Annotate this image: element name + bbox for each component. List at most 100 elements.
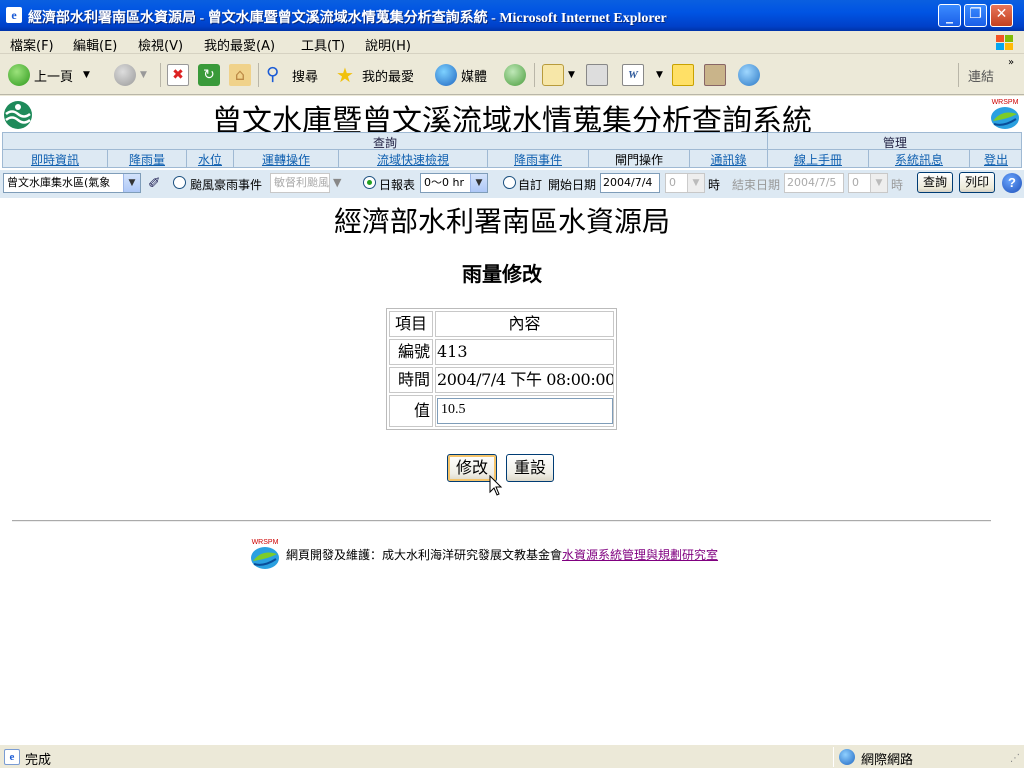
row-value-id: 413 <box>435 339 614 365</box>
typhoon-select[interactable]: 敏督利颱風 <box>270 173 330 193</box>
rainfall-value-input[interactable]: 10.5 <box>437 398 613 424</box>
wrspm-logo-text: WRSPM <box>992 99 1019 106</box>
start-hour-value: 0 <box>669 176 676 189</box>
chevron-down-icon: ▼ <box>687 174 704 192</box>
nav-rainfall[interactable]: 降雨量 <box>108 151 186 168</box>
minimize-button[interactable]: _ <box>938 4 961 27</box>
reset-button[interactable]: 重設 <box>506 454 554 482</box>
close-button[interactable]: ✕ <box>990 4 1013 27</box>
start-date-input[interactable]: 2004/7/4 <box>600 173 660 193</box>
nav-logout[interactable]: 登出 <box>970 151 1022 168</box>
refresh-button[interactable]: ↻ <box>198 62 224 88</box>
typhoon-event-label: 颱風豪雨事件 <box>190 178 263 192</box>
end-hour-select[interactable]: 0 ▼ <box>848 173 888 193</box>
pen-icon[interactable]: ✐ <box>148 174 161 192</box>
favorites-button[interactable]: ★ 我的最愛 <box>336 62 414 88</box>
daily-report-radio[interactable] <box>363 176 376 189</box>
history-icon <box>504 64 526 86</box>
end-hour-value: 0 <box>852 176 859 189</box>
discuss-button[interactable] <box>672 62 698 88</box>
row-value-cell: 10.5 <box>435 395 614 427</box>
media-button[interactable]: 媒體 <box>435 62 487 88</box>
resize-grip-icon[interactable]: ⋰ <box>1010 753 1020 764</box>
nav-contacts[interactable]: 通訊錄 <box>690 151 767 168</box>
wrspm-footer-logo-text: WRSPM <box>252 539 279 546</box>
row-label-value: 值 <box>389 395 433 427</box>
start-hour-select[interactable]: 0 ▼ <box>665 173 705 193</box>
menu-favorites[interactable]: 我的最愛(A) <box>204 35 275 54</box>
typhoon-select-value: 敏督利颱風 <box>274 176 329 189</box>
wrspm-footer-logo-icon: WRSPM <box>251 539 279 569</box>
home-button[interactable]: ⌂ <box>229 62 255 88</box>
back-arrow-icon <box>8 64 30 86</box>
forward-arrow-icon <box>114 64 136 86</box>
area-select[interactable]: 曾文水庫集水區(氣象 ▼ <box>3 173 141 193</box>
chevron-down-icon: ▼ <box>123 174 140 192</box>
search-icon: ⚲ <box>266 64 280 85</box>
page-content: 曾文水庫暨曾文溪流域水情蒐集分析查詢系統 WRSPM 查詢 管理 即時資訊 降雨… <box>0 96 1024 744</box>
nav-rain-events[interactable]: 降雨事件 <box>488 151 588 168</box>
query-button[interactable]: 查詢 <box>917 172 953 193</box>
nav-system-messages[interactable]: 系統訊息 <box>869 151 969 168</box>
nav-basin-quickview[interactable]: 流域快速檢視 <box>339 151 487 168</box>
menu-edit[interactable]: 編輯(E) <box>73 35 117 54</box>
end-hour-unit: 時 <box>891 178 904 192</box>
mail-button[interactable]: ▼ <box>542 62 575 88</box>
forward-button[interactable]: ▼ <box>114 62 147 88</box>
hour-range-select[interactable]: 0～0 hr ▼ <box>420 173 488 193</box>
custom-range-label: 自訂 <box>518 178 543 192</box>
books-icon <box>704 64 726 86</box>
print-toolbar-button[interactable] <box>586 62 612 88</box>
org-title: 經濟部水利署南區水資源局 <box>333 205 670 238</box>
form-title: 雨量修改 <box>462 262 542 286</box>
typhoon-event-radio[interactable] <box>173 176 186 189</box>
nav-group-admin: 管理 <box>882 136 907 150</box>
home-icon: ⌂ <box>229 64 251 86</box>
windows-logo-icon <box>996 35 1013 50</box>
internet-globe-icon <box>839 749 855 765</box>
footer: WRSPM 網頁開發及維護：成大水利海洋研究發展文教基金會 水資源系統管理與規劃… <box>248 536 718 572</box>
main-navigation: 查詢 管理 即時資訊 降雨量 水位 運轉操作 流域快速檢視 降雨事件 閘門操作 … <box>2 132 1022 168</box>
nav-group-query: 查詢 <box>372 136 397 150</box>
history-button[interactable] <box>504 62 530 88</box>
print-button[interactable]: 列印 <box>959 172 995 193</box>
nav-online-manual[interactable]: 線上手冊 <box>768 151 868 168</box>
refresh-icon: ↻ <box>198 64 220 86</box>
nav-operation[interactable]: 運轉操作 <box>234 151 338 168</box>
security-zone: 網際網路 <box>861 753 914 768</box>
media-globe-icon <box>435 64 457 86</box>
links-bar[interactable]: 連結 <box>968 66 994 85</box>
row-value-time: 2004/7/4 下午 08:00:00 <box>435 367 614 393</box>
footer-lab-link[interactable]: 水資源系統管理與規劃研究室 <box>562 546 718 563</box>
menu-help[interactable]: 說明(H) <box>365 35 411 54</box>
system-header: 曾文水庫暨曾文溪流域水情蒐集分析查詢系統 WRSPM <box>0 96 1024 139</box>
stop-button[interactable]: ✖ <box>167 62 193 88</box>
mail-icon <box>542 64 564 86</box>
start-date-label: 開始日期 <box>548 178 597 192</box>
back-button[interactable]: 上一頁 ▼ <box>8 62 90 88</box>
toolbar: 上一頁 ▼ ▼ ✖ ↻ ⌂ ⚲ 搜尋 ★ 我的最愛 媒體 ▼ W ▼ 連結 » <box>0 55 1024 95</box>
end-date-input[interactable]: 2004/7/5 <box>784 173 844 193</box>
menu-tools[interactable]: 工具(T) <box>301 35 345 54</box>
nav-gate-operation[interactable]: 閘門操作 <box>589 151 689 168</box>
maximize-button[interactable]: ❐ <box>964 4 987 27</box>
nav-water-level[interactable]: 水位 <box>187 151 233 168</box>
minimize-icon: _ <box>946 8 953 24</box>
menu-file[interactable]: 檔案(F) <box>10 35 54 54</box>
research-button[interactable] <box>704 62 730 88</box>
chevron-right-icon[interactable]: » <box>1008 57 1014 68</box>
wrspm-logo-icon: WRSPM <box>991 99 1019 129</box>
menu-view[interactable]: 檢視(V) <box>138 35 183 54</box>
messenger-button[interactable] <box>738 62 764 88</box>
chevron-down-icon: ▼ <box>870 174 887 192</box>
search-button[interactable]: ⚲ 搜尋 <box>266 62 318 88</box>
restore-icon: ❐ <box>969 6 982 22</box>
page-done-icon: e <box>4 749 20 765</box>
back-label: 上一頁 <box>34 69 74 85</box>
edit-word-button[interactable]: W ▼ <box>622 62 663 88</box>
media-label: 媒體 <box>461 69 488 85</box>
ie-page-icon: e <box>6 7 22 23</box>
nav-realtime-info[interactable]: 即時資訊 <box>3 151 107 168</box>
custom-range-radio[interactable] <box>503 176 516 189</box>
help-icon[interactable]: ? <box>1002 173 1022 193</box>
